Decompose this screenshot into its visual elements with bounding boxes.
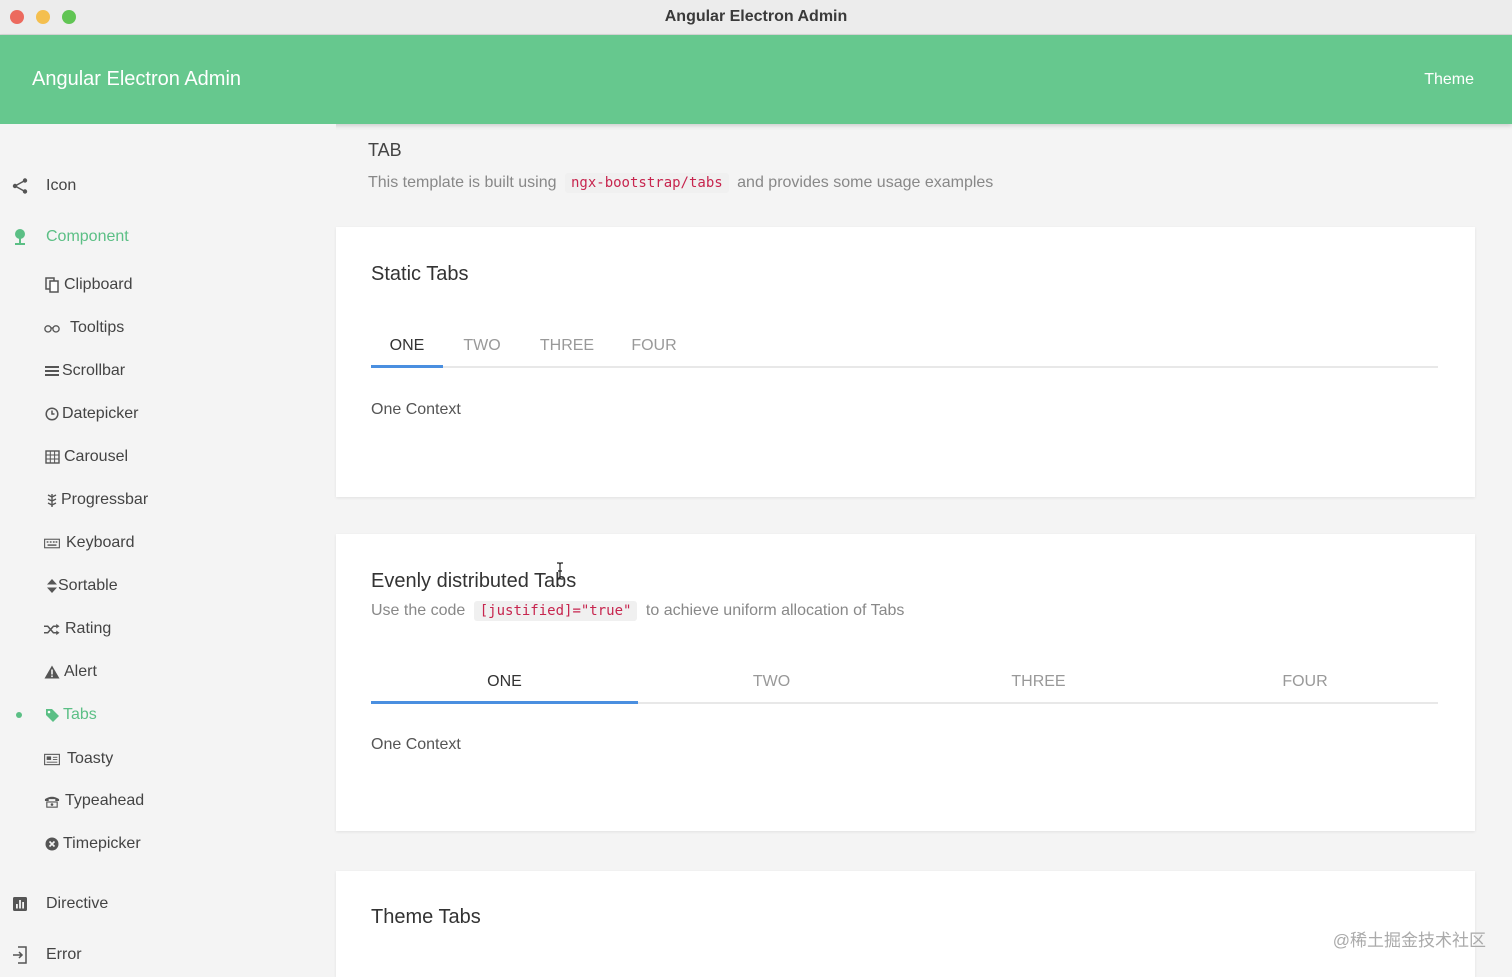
tab-content: One Context bbox=[371, 401, 461, 418]
tab-content: One Context bbox=[371, 736, 461, 753]
bars-icon bbox=[44, 363, 60, 379]
tab-three[interactable]: THREE bbox=[905, 660, 1172, 704]
random-icon bbox=[44, 621, 60, 637]
sidebar-item-label: Component bbox=[46, 228, 129, 245]
sidebar-item-icon[interactable]: Icon bbox=[0, 166, 336, 206]
tab-two[interactable]: TWO bbox=[447, 324, 517, 368]
sidebar-item-sortable[interactable]: Sortable bbox=[0, 568, 336, 604]
keyboard-icon bbox=[44, 535, 60, 551]
sidebar-item-label: Datepicker bbox=[62, 405, 139, 422]
tag-icon bbox=[44, 707, 60, 723]
static-tabs-card: Static Tabs ONE TWO THREE FOUR One Conte… bbox=[336, 227, 1475, 497]
static-tab-bar: ONE TWO THREE FOUR bbox=[371, 324, 1438, 368]
sidebar-item-timepicker[interactable]: Timepicker bbox=[0, 826, 336, 862]
binoculars-icon bbox=[44, 320, 60, 336]
sidebar-item-label: Timepicker bbox=[63, 835, 141, 852]
calendar-grid-icon bbox=[44, 449, 60, 465]
active-tab-indicator bbox=[371, 701, 638, 704]
sidebar-item-clipboard[interactable]: Clipboard bbox=[0, 267, 336, 303]
sidebar-item-error[interactable]: Error bbox=[0, 935, 336, 975]
clock-icon bbox=[44, 406, 60, 422]
maximize-window-button[interactable] bbox=[62, 10, 76, 24]
sidebar-item-label: Error bbox=[46, 946, 82, 963]
card-title: Evenly distributed Tabs bbox=[371, 570, 577, 592]
exit-icon bbox=[11, 946, 29, 964]
app-toolbar: Angular Electron Admin Theme bbox=[0, 35, 1512, 124]
active-indicator bbox=[16, 712, 22, 718]
page-desc-code: ngx-bootstrap/tabs bbox=[564, 173, 729, 193]
sidebar-item-datepicker[interactable]: Datepicker bbox=[0, 396, 336, 432]
sidebar-item-progressbar[interactable]: Progressbar bbox=[0, 482, 336, 518]
page-title: TAB bbox=[368, 140, 402, 160]
sidebar-item-toasty[interactable]: Toasty bbox=[0, 741, 336, 777]
tab-four[interactable]: FOUR bbox=[1172, 660, 1438, 704]
tab-one[interactable]: ONE bbox=[371, 324, 443, 368]
tab-one[interactable]: ONE bbox=[371, 660, 638, 704]
sidebar-item-label: Progressbar bbox=[61, 491, 149, 508]
sidebar-item-tabs[interactable]: Tabs bbox=[0, 697, 336, 733]
app-title: Angular Electron Admin bbox=[32, 68, 242, 90]
card-desc-text: to achieve uniform allocation of Tabs bbox=[645, 602, 905, 619]
newspaper-icon bbox=[44, 751, 60, 767]
minimize-window-button[interactable] bbox=[36, 10, 50, 24]
window-controls bbox=[10, 10, 76, 24]
window-title: Angular Electron Admin bbox=[664, 8, 848, 25]
share-icon bbox=[11, 177, 29, 195]
justified-tab-bar: ONE TWO THREE FOUR bbox=[371, 660, 1438, 704]
tab-four[interactable]: FOUR bbox=[617, 324, 691, 368]
theme-button[interactable]: Theme bbox=[1424, 71, 1474, 89]
tab-two[interactable]: TWO bbox=[638, 660, 905, 704]
sidebar-item-label: Keyboard bbox=[66, 534, 135, 551]
sidebar-item-label: Clipboard bbox=[64, 276, 133, 293]
sidebar-item-label: Scrollbar bbox=[62, 362, 126, 379]
justified-tabs-card: Evenly distributed Tabs Use the code [ju… bbox=[336, 534, 1475, 831]
sidebar-item-tooltips[interactable]: Tooltips bbox=[0, 310, 336, 346]
sidebar-item-alert[interactable]: Alert bbox=[0, 654, 336, 690]
sidebar-item-rating[interactable]: Rating bbox=[0, 611, 336, 647]
sidebar-item-typeahead[interactable]: Typeahead bbox=[0, 783, 336, 819]
sidebar-item-label: Alert bbox=[64, 663, 97, 680]
active-tab-indicator bbox=[371, 365, 443, 368]
sidebar-item-label: Toasty bbox=[67, 750, 114, 767]
sidebar-item-label: Carousel bbox=[64, 448, 129, 465]
tab-three[interactable]: THREE bbox=[525, 324, 609, 368]
sidebar-item-label: Directive bbox=[46, 895, 109, 912]
sidebar: Icon Component Clipboard Tooltips Scroll… bbox=[0, 124, 336, 977]
sidebar-item-component[interactable]: Component bbox=[0, 217, 336, 257]
card-description: Use the code [justified]="true" to achie… bbox=[371, 601, 905, 621]
card-desc-text: Use the code bbox=[371, 602, 466, 619]
watermark: @稀土掘金技术社区 bbox=[1332, 931, 1486, 950]
tree-icon bbox=[11, 228, 29, 246]
card-title: Theme Tabs bbox=[371, 906, 481, 928]
chart-bar-icon bbox=[11, 895, 29, 913]
page-desc-text: This template is built using bbox=[368, 174, 557, 191]
sidebar-item-keyboard[interactable]: Keyboard bbox=[0, 525, 336, 561]
sidebar-item-label: Sortable bbox=[58, 577, 118, 594]
sidebar-item-carousel[interactable]: Carousel bbox=[0, 439, 336, 475]
telephone-icon bbox=[44, 793, 60, 809]
theme-tabs-card: Theme Tabs bbox=[336, 871, 1475, 977]
card-title: Static Tabs bbox=[371, 263, 469, 285]
close-window-button[interactable] bbox=[10, 10, 24, 24]
clipboard-icon bbox=[44, 277, 60, 293]
card-desc-code: [justified]="true" bbox=[473, 601, 638, 621]
warning-icon bbox=[44, 664, 60, 680]
sidebar-item-label: Icon bbox=[46, 177, 77, 194]
main-content: TAB This template is built using ngx-boo… bbox=[336, 124, 1512, 977]
window-titlebar: Angular Electron Admin bbox=[0, 0, 1512, 35]
sidebar-item-directive[interactable]: Directive bbox=[0, 884, 336, 924]
sidebar-item-label: Tooltips bbox=[70, 319, 125, 336]
sidebar-item-label: Typeahead bbox=[65, 792, 145, 809]
times-circle-icon bbox=[44, 836, 60, 852]
page-desc-text: and provides some usage examples bbox=[737, 174, 994, 191]
sidebar-item-label: Tabs bbox=[63, 706, 97, 723]
text-cursor-icon bbox=[556, 562, 564, 585]
page-description: This template is built using ngx-bootstr… bbox=[368, 173, 994, 193]
wheat-icon bbox=[44, 492, 60, 508]
sidebar-item-scrollbar[interactable]: Scrollbar bbox=[0, 353, 336, 389]
sidebar-item-label: Rating bbox=[65, 620, 112, 637]
